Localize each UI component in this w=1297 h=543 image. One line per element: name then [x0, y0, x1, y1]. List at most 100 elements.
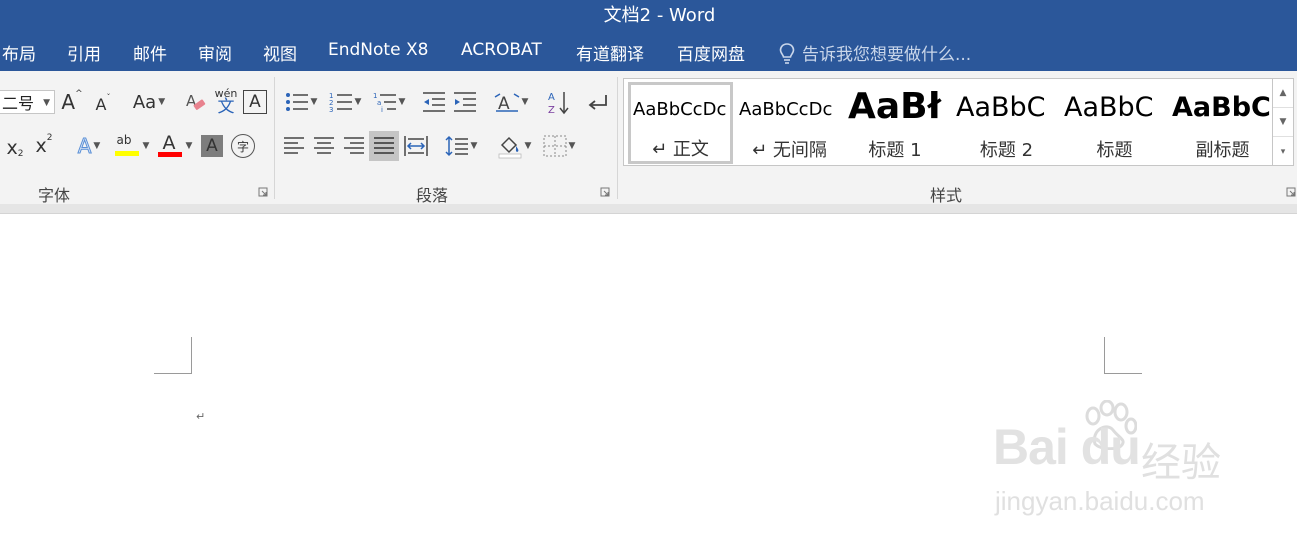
- clear-formatting-button[interactable]: A: [184, 90, 208, 114]
- scroll-down-icon[interactable]: ▼: [1273, 108, 1293, 137]
- caret-up-icon: ^: [75, 89, 83, 99]
- font-size-combo[interactable]: 二号 ▼: [0, 90, 55, 114]
- chevron-down-icon: ▼: [470, 141, 478, 151]
- dialog-launcher-icon[interactable]: [1286, 187, 1296, 197]
- shrink-font-button[interactable]: Aˇ: [92, 92, 114, 116]
- text-effects-button[interactable]: A ▼: [71, 133, 107, 159]
- align-center-button[interactable]: [312, 133, 336, 159]
- justify-icon: [374, 137, 394, 154]
- show-hide-marks-button[interactable]: [585, 89, 611, 115]
- font-group-label: 字体: [38, 186, 71, 205]
- tab-mailings[interactable]: 邮件: [133, 40, 167, 65]
- multilevel-list-button[interactable]: 1ai ▼: [369, 89, 409, 115]
- enclose-characters-button[interactable]: 字: [231, 134, 255, 158]
- align-right-button[interactable]: [342, 133, 366, 159]
- chevron-down-icon: ▼: [310, 97, 318, 107]
- dialog-launcher-icon[interactable]: [600, 187, 610, 197]
- tab-view[interactable]: 视图: [263, 40, 297, 65]
- multilevel-list-icon: 1ai: [373, 92, 396, 113]
- font-color-bar: [157, 152, 182, 157]
- tab-endnote[interactable]: EndNote X8: [328, 40, 428, 60]
- style-sample: AaBbC: [956, 92, 1046, 123]
- chevron-down-icon: ▼: [398, 97, 406, 107]
- baidu-jingyan-watermark: Bai du 经验 jingyan.baidu.com: [993, 400, 1233, 530]
- style-normal[interactable]: AaBbCcDc ↵ 正文: [628, 82, 733, 164]
- style-heading-2[interactable]: AaBbC 标题 2: [954, 82, 1059, 164]
- chinese-layout-button[interactable]: A ▼: [491, 89, 531, 115]
- decrease-indent-button[interactable]: [421, 89, 447, 115]
- highlighter-icon: ab: [114, 131, 141, 161]
- line-spacing-button[interactable]: ▼: [441, 133, 481, 159]
- superscript-base: x: [35, 135, 47, 157]
- chinese-layout-icon: A: [494, 93, 519, 113]
- increase-indent-button[interactable]: [452, 89, 478, 115]
- justify-button[interactable]: [369, 131, 399, 161]
- window-title: 文档2 - Word: [603, 5, 716, 26]
- svg-text:Z: Z: [548, 105, 555, 115]
- chevron-down-icon: ▼: [568, 141, 576, 151]
- grow-font-glyph: A: [61, 90, 76, 114]
- tab-youdao[interactable]: 有道翻译: [576, 40, 644, 65]
- subscript-button[interactable]: x2: [4, 135, 26, 161]
- phonetic-guide-button[interactable]: wén 文: [213, 87, 239, 117]
- character-shading-button[interactable]: A: [201, 135, 223, 157]
- tab-references[interactable]: 引用: [67, 40, 101, 65]
- distributed-button[interactable]: [403, 133, 429, 159]
- superscript-mark: 2: [46, 133, 53, 143]
- styles-gallery-scroll: ▲ ▼ ▾: [1273, 78, 1294, 166]
- lightbulb-icon: [779, 42, 795, 64]
- font-size-value: 二号: [2, 94, 35, 113]
- tab-baidu-netdisk[interactable]: 百度网盘: [677, 40, 745, 65]
- superscript-button[interactable]: x2: [33, 133, 55, 159]
- styles-group-label: 样式: [930, 186, 963, 205]
- tab-review[interactable]: 审阅: [198, 40, 232, 65]
- highlighter-glyph: ab: [116, 133, 132, 147]
- margin-corner-left: [154, 337, 192, 374]
- style-name: ↵ 正文: [652, 139, 709, 160]
- tab-layout[interactable]: 布局: [2, 40, 36, 65]
- tab-acrobat[interactable]: ACROBAT: [461, 40, 542, 60]
- tell-me-box[interactable]: 告诉我您想要做什么...: [778, 40, 971, 65]
- align-left-button[interactable]: [282, 133, 306, 159]
- highlight-color-button[interactable]: ab ▼: [112, 131, 152, 161]
- ribbon-bottom-edge: [0, 204, 1297, 214]
- align-left-icon: [284, 137, 304, 154]
- style-subtitle[interactable]: AaBbC 副标题: [1170, 82, 1275, 164]
- font-color-icon: A: [157, 131, 184, 161]
- watermark-logo: Bai du: [993, 419, 1141, 475]
- style-name: 标题: [1096, 140, 1133, 161]
- style-no-spacing[interactable]: AaBbCcDc ↵ 无间隔: [737, 82, 842, 164]
- sort-button[interactable]: AZ: [545, 88, 571, 116]
- dialog-launcher-icon[interactable]: [258, 187, 268, 197]
- watermark-brand: 经验: [1141, 440, 1221, 486]
- style-name: 副标题: [1195, 140, 1250, 161]
- grow-font-button[interactable]: A ^: [61, 89, 83, 115]
- bullets-button[interactable]: ▼: [281, 89, 321, 115]
- gallery-more-icon[interactable]: ▾: [1273, 137, 1293, 166]
- style-title[interactable]: AaBbC 标题: [1062, 82, 1167, 164]
- svg-text:i: i: [381, 106, 383, 113]
- line-spacing-icon: [445, 135, 468, 157]
- chevron-down-icon: ▼: [93, 141, 101, 151]
- watermark-url: jingyan.baidu.com: [995, 486, 1205, 516]
- eraser-icon: A: [186, 92, 206, 110]
- font-color-button[interactable]: A ▼: [156, 131, 194, 161]
- numbering-button[interactable]: 123 ▼: [325, 89, 365, 115]
- character-border-glyph: A: [249, 92, 261, 112]
- group-separator: [617, 77, 618, 199]
- increase-indent-icon: [454, 92, 476, 112]
- scroll-up-icon[interactable]: ▲: [1273, 79, 1293, 108]
- word-window: 文档2 - Word 布局 引用 邮件 审阅 视图 EndNote X8 ACR…: [0, 0, 1297, 543]
- paragraph-group-label: 段落: [416, 186, 449, 205]
- style-heading-1[interactable]: AaBł 标题 1: [846, 82, 944, 164]
- change-case-button[interactable]: Aa ▼: [130, 90, 168, 114]
- shading-button[interactable]: ▼: [493, 131, 535, 161]
- chevron-down-icon: ▼: [185, 141, 193, 151]
- highlight-color-bar: [114, 151, 139, 156]
- borders-button[interactable]: ▼: [539, 133, 579, 159]
- document-page[interactable]: ↵ Bai du 经验 jingyan.baidu.com: [0, 215, 1297, 543]
- style-name: 标题 1: [868, 140, 922, 161]
- title-bar: 文档2 - Word: [0, 0, 1297, 30]
- character-border-button[interactable]: A: [243, 90, 267, 114]
- style-sample: AaBbC: [1064, 92, 1154, 123]
